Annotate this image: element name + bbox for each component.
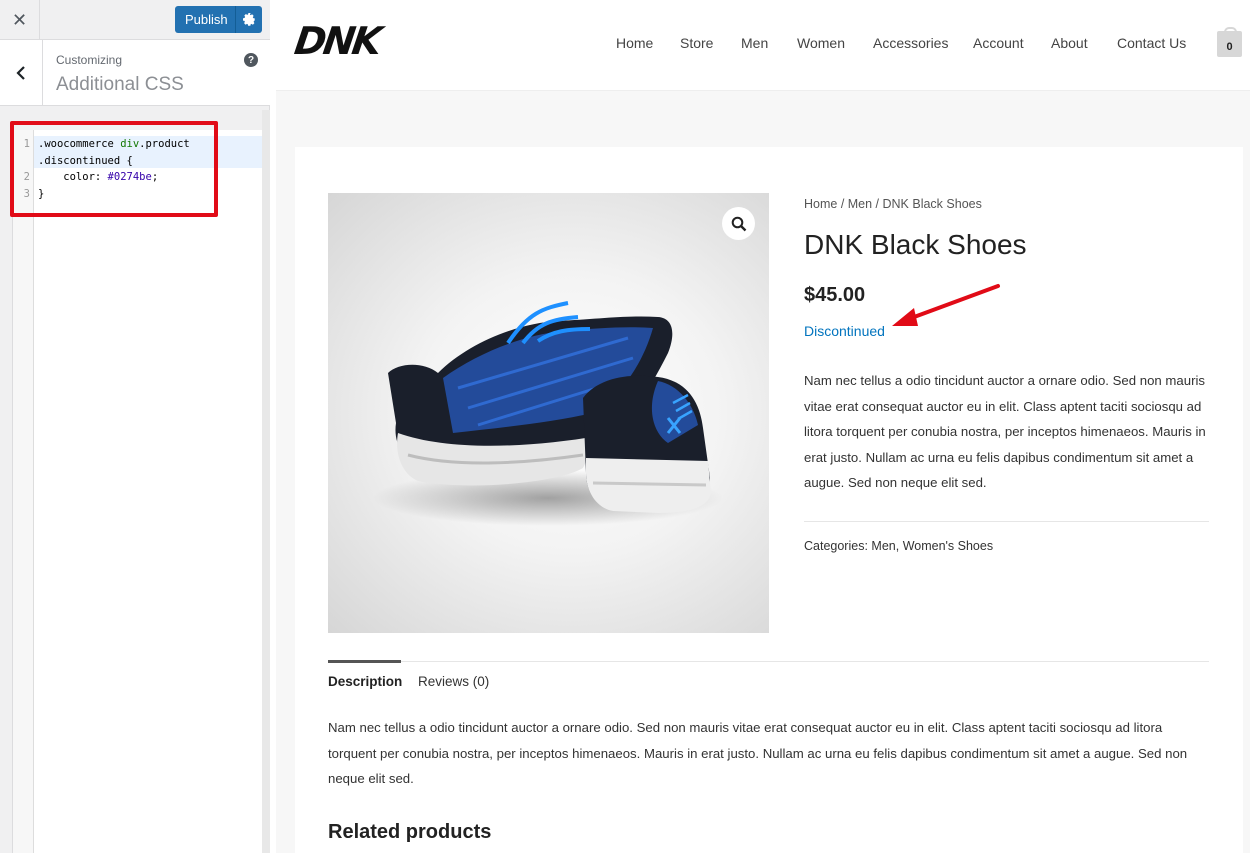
annotation-highlight-box: [10, 121, 218, 217]
css-code-editor[interactable]: 1 .woocommerce div.product .discontinued …: [12, 130, 263, 853]
short-description: Nam nec tellus a odio tincidunt auctor a…: [804, 373, 1206, 490]
annotation-arrow-icon: [892, 284, 1000, 326]
publish-label: Publish: [185, 12, 228, 27]
nav-item-account[interactable]: Account: [973, 35, 1024, 51]
site-header: DNK Home Store Men Women Accessories Acc…: [276, 0, 1250, 91]
active-tab-indicator: [328, 660, 401, 663]
site-preview: DNK Home Store Men Women Accessories Acc…: [276, 0, 1250, 853]
nav-item-men[interactable]: Men: [741, 35, 768, 51]
category-link-womens-shoes[interactable]: Women's Shoes: [903, 539, 993, 553]
close-icon[interactable]: ✕: [0, 0, 40, 40]
category-link-men[interactable]: Men: [871, 539, 895, 553]
section-subtitle: Customizing: [56, 53, 123, 67]
line-number-gutter: [13, 130, 34, 853]
product-image[interactable]: [328, 193, 769, 633]
breadcrumb[interactable]: Home / Men / DNK Black Shoes: [804, 197, 982, 211]
back-arrow-icon[interactable]: [0, 40, 43, 106]
cart-count: 0: [1226, 41, 1233, 53]
site-logo[interactable]: DNK: [292, 19, 382, 63]
section-header: Customizing Additional CSS ?: [0, 40, 270, 106]
zoom-magnifier-icon[interactable]: [722, 207, 755, 240]
section-title: Additional CSS: [56, 74, 184, 95]
related-products-heading: Related products: [328, 821, 492, 843]
tabs-divider: [328, 661, 1209, 662]
nav-item-contact-us[interactable]: Contact Us: [1117, 35, 1186, 51]
product-categories: Categories: Men, Women's Shoes: [804, 539, 994, 553]
long-description: Nam nec tellus a odio tincidunt auctor a…: [328, 720, 1188, 786]
divider: [804, 521, 1209, 522]
discontinued-status: Discontinued: [804, 323, 885, 339]
publish-button[interactable]: Publish: [175, 6, 262, 33]
shoe-illustration: [373, 301, 723, 526]
gear-icon[interactable]: [235, 6, 262, 33]
nav-item-about[interactable]: About: [1051, 35, 1088, 51]
cart-icon[interactable]: 0: [1217, 27, 1242, 57]
nav-item-store[interactable]: Store: [680, 35, 713, 51]
nav-item-home[interactable]: Home: [616, 35, 653, 51]
nav-item-accessories[interactable]: Accessories: [873, 35, 948, 51]
product-card: Home / Men / DNK Black Shoes DNK Black S…: [295, 147, 1243, 853]
sidebar-scrollbar[interactable]: [262, 110, 270, 853]
nav-item-women[interactable]: Women: [797, 35, 845, 51]
customizer-header: ✕ Publish: [0, 0, 270, 40]
product-price: $45.00: [804, 284, 866, 306]
product-title: DNK Black Shoes: [804, 229, 1027, 260]
customizer-sidebar: ✕ Publish Customizing Additional CSS ? 1…: [0, 0, 270, 853]
categories-label: Categories:: [804, 539, 872, 553]
help-icon[interactable]: ?: [244, 53, 258, 67]
tab-reviews[interactable]: Reviews (0): [418, 674, 489, 689]
tab-description[interactable]: Description: [328, 674, 402, 689]
